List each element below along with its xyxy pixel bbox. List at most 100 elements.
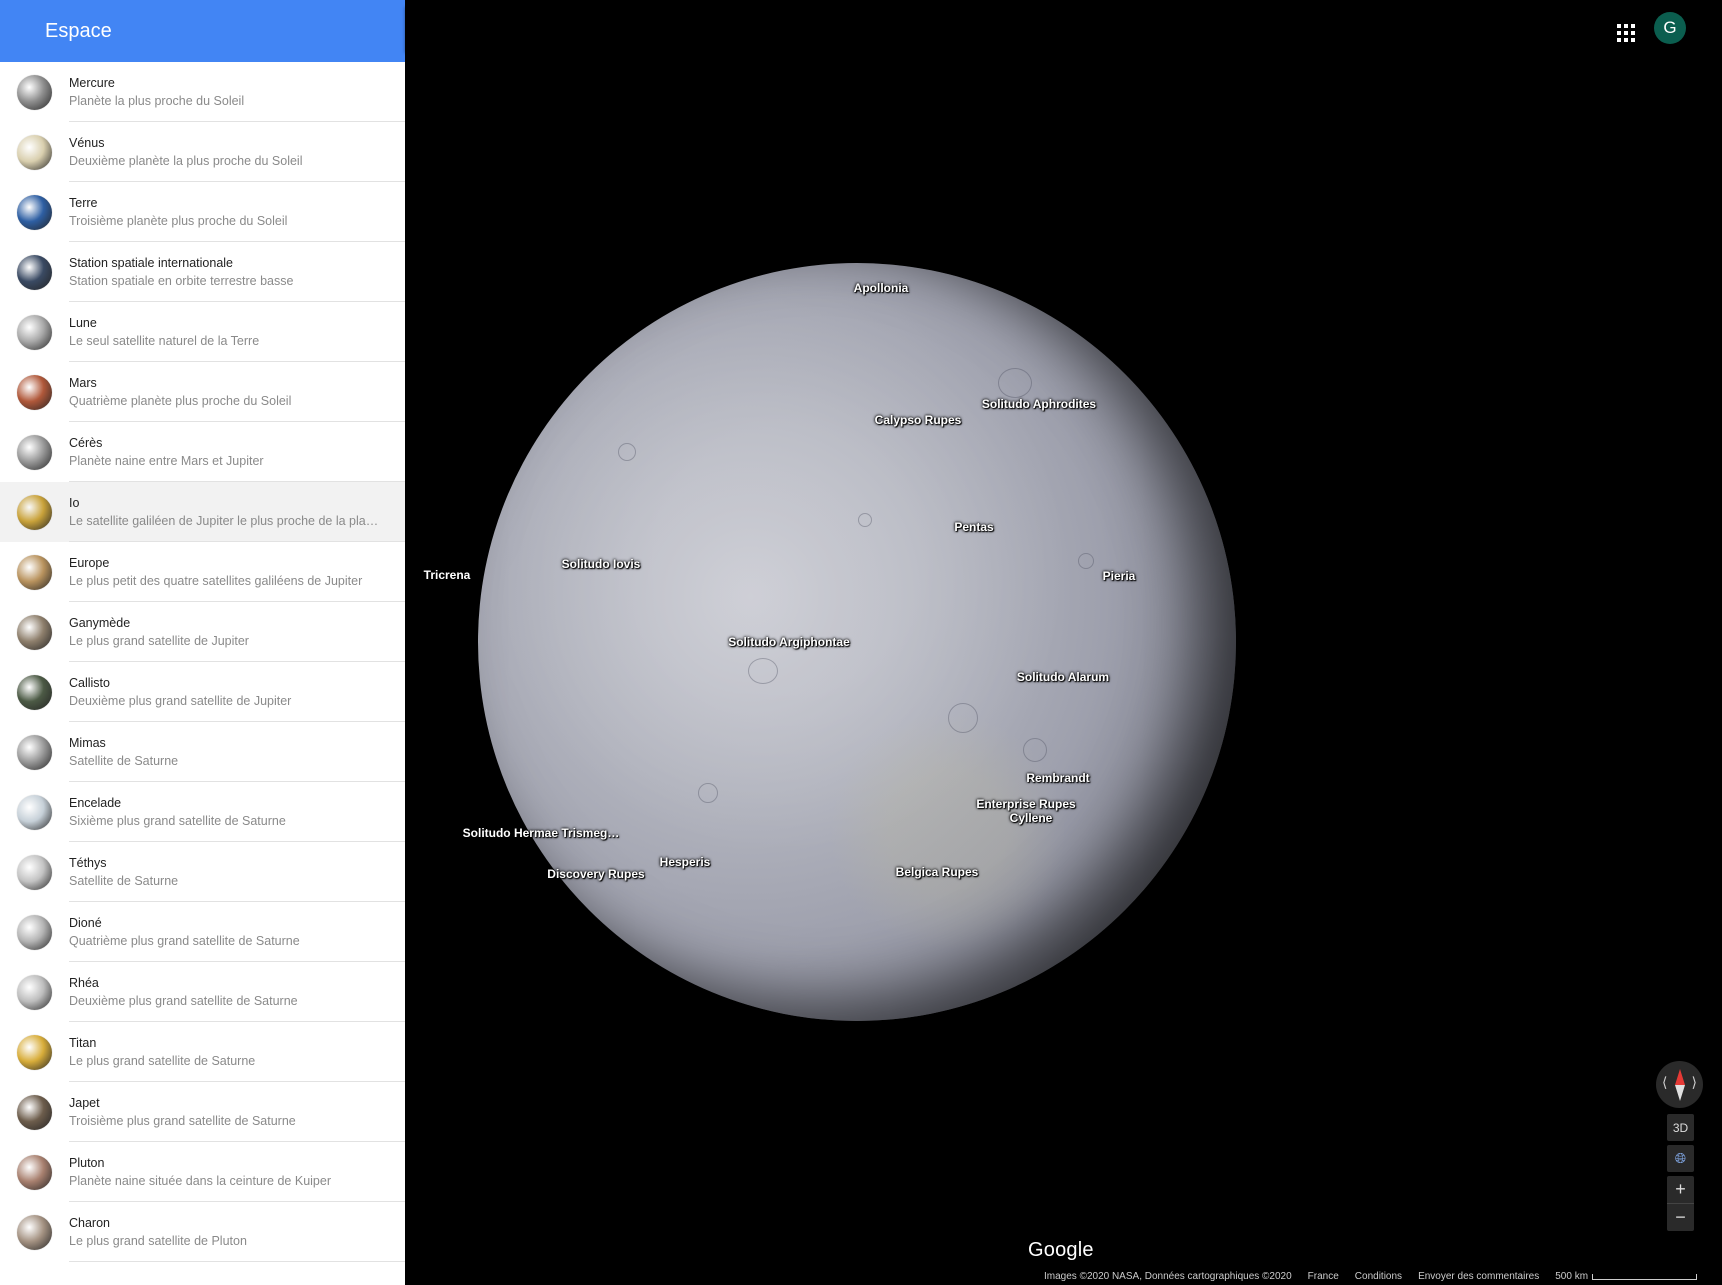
map-place-label[interactable]: Apollonia (854, 281, 909, 295)
map-footer: Images ©2020 NASA, Données cartographiqu… (1044, 1271, 1698, 1282)
planet-globe[interactable] (478, 263, 1236, 1021)
planet-item[interactable]: Lune Le seul satellite naturel de la Terr… (0, 302, 405, 362)
map-place-label[interactable]: Cyllene (1010, 811, 1053, 825)
planet-description: Le plus petit des quatre satellites gali… (69, 573, 363, 588)
planet-description: Deuxième plus grand satellite de Saturne (69, 993, 298, 1008)
planet-description: Le plus grand satellite de Jupiter (69, 633, 249, 648)
map-place-label[interactable]: Pentas (954, 520, 993, 534)
planet-description: Quatrième plus grand satellite de Saturn… (69, 933, 300, 948)
planet-thumbnail (17, 314, 52, 350)
map-view[interactable]: Apollonia Solitudo Aphrodites Calypso Rupe… (405, 0, 1722, 1285)
planet-thumbnail (17, 794, 52, 830)
planet-item[interactable]: Rhéa Deuxième plus grand satellite de Sat… (0, 962, 405, 1022)
planet-description: Planète la plus proche du Soleil (69, 93, 245, 108)
crater (858, 513, 872, 527)
planet-description: Sixième plus grand satellite de Saturne (69, 813, 286, 828)
map-place-label[interactable]: Solitudo Alarum (1017, 670, 1109, 684)
planet-item[interactable]: Titan Le plus grand satellite de Saturne (0, 1022, 405, 1082)
planet-name: Callisto (69, 675, 110, 690)
map-place-label[interactable]: Enterprise Rupes (976, 797, 1075, 811)
planet-item[interactable]: Charon Le plus grand satellite de Pluton (0, 1202, 405, 1262)
map-place-label[interactable]: Hesperis (660, 855, 711, 869)
planet-item[interactable]: Mars Quatrième planète plus proche du Sol… (0, 362, 405, 422)
planet-description: Le seul satellite naturel de la Terre (69, 333, 260, 348)
planet-item[interactable]: Pluton Planète naine située dans la ceint… (0, 1142, 405, 1202)
crater (1023, 738, 1047, 762)
apps-grid-icon (1617, 24, 1635, 42)
planet-item[interactable]: Station spatiale internationale Station s… (0, 242, 405, 302)
planet-item[interactable]: Mercure Planète la plus proche du Soleil (0, 62, 405, 122)
planet-name: Rhéa (69, 975, 99, 990)
crater (748, 658, 778, 684)
planet-thumbnail (17, 494, 52, 530)
crater (998, 368, 1032, 398)
planet-name: Dioné (69, 915, 102, 930)
planet-item[interactable]: Ganymède Le plus grand satellite de Jupit… (0, 602, 405, 662)
planet-name: Terre (69, 195, 98, 210)
planet-item[interactable]: Callisto Deuxième plus grand satellite de… (0, 662, 405, 722)
apps-button[interactable] (1608, 15, 1644, 51)
planet-thumbnail (17, 374, 52, 410)
planet-thumbnail (17, 74, 52, 110)
zoom-out-button[interactable]: − (1667, 1204, 1694, 1231)
planet-name: Europe (69, 555, 110, 570)
map-place-label[interactable]: Solitudo Argiphontae (728, 635, 850, 649)
map-place-label[interactable]: Discovery Rupes (547, 867, 644, 881)
planet-item[interactable]: Terre Troisième planète plus proche du So… (0, 182, 405, 242)
planet-thumbnail (17, 854, 52, 890)
rotate-right-icon[interactable]: ⟩ (1692, 1074, 1697, 1091)
map-place-label[interactable]: Solitudo Aphrodites (982, 397, 1096, 411)
map-place-label[interactable]: Solitudo Hermae Trismeg… (463, 826, 620, 840)
planet-item[interactable]: Mimas Satellite de Saturne (0, 722, 405, 782)
planet-thumbnail (17, 914, 52, 950)
zoom-in-button[interactable]: + (1667, 1176, 1694, 1203)
planet-description: Station spatiale en orbite terrestre bas… (69, 273, 294, 288)
crater (698, 783, 718, 803)
map-place-label[interactable]: Tricrena (424, 568, 471, 582)
planet-thumbnail (17, 134, 52, 170)
scale-label[interactable]: 500 km (1555, 1271, 1588, 1282)
toggle-3d-button[interactable]: 3D (1667, 1114, 1694, 1141)
account-avatar[interactable]: G (1654, 12, 1686, 44)
planet-item[interactable]: Téthys Satellite de Saturne (0, 842, 405, 902)
planet-name: Ganymède (69, 615, 131, 630)
planet-item[interactable]: Dioné Quatrième plus grand satellite de S… (0, 902, 405, 962)
planet-thumbnail (17, 434, 52, 470)
map-place-label[interactable]: Belgica Rupes (896, 865, 979, 879)
feedback-link[interactable]: Envoyer des commentaires (1418, 1271, 1539, 1282)
planet-description: Le plus grand satellite de Pluton (69, 1233, 247, 1248)
planet-name: Titan (69, 1035, 97, 1050)
planet-item[interactable]: Encelade Sixième plus grand satellite de … (0, 782, 405, 842)
planet-name: Charon (69, 1215, 110, 1230)
planet-list: Mercure Planète la plus proche du Soleil V… (0, 62, 405, 1262)
planet-description: Troisième planète plus proche du Soleil (69, 213, 288, 228)
planet-name: Mars (69, 375, 97, 390)
crater (1078, 553, 1094, 569)
planet-name: Japet (69, 1095, 100, 1110)
country-link[interactable]: France (1308, 1271, 1339, 1282)
planet-item[interactable]: Japet Troisième plus grand satellite de S… (0, 1082, 405, 1142)
rotate-left-icon[interactable]: ⟨ (1662, 1074, 1667, 1091)
planet-thumbnail (17, 1034, 52, 1070)
globe-view-button[interactable]: 🌐︎ (1667, 1145, 1694, 1172)
planet-description: Planète naine située dans la ceinture de… (69, 1173, 331, 1188)
map-place-label[interactable]: Pieria (1103, 569, 1136, 583)
planet-item[interactable]: Europe Le plus petit des quatre satellite… (0, 542, 405, 602)
map-place-label[interactable]: Rembrandt (1026, 771, 1089, 785)
planet-item[interactable]: Io Le satellite galiléen de Jupiter le pl… (0, 482, 405, 542)
app-root: Espace Mercure Planète la plus proche du … (0, 0, 1722, 1285)
planet-name: Encelade (69, 795, 122, 810)
globe-icon: 🌐︎ (1674, 1150, 1687, 1166)
terms-link[interactable]: Conditions (1355, 1271, 1402, 1282)
planet-name: Téthys (69, 855, 107, 870)
google-logo: Google (1028, 1239, 1094, 1261)
planet-item[interactable]: Vénus Deuxième planète la plus proche du … (0, 122, 405, 182)
compass-control[interactable]: ⟨ ⟩ (1656, 1061, 1703, 1108)
planet-thumbnail (17, 974, 52, 1010)
map-place-label[interactable]: Solitudo Iovis (562, 557, 641, 571)
planet-description: Planète naine entre Mars et Jupiter (69, 453, 264, 468)
zoom-control: + − (1667, 1176, 1694, 1231)
planet-item[interactable]: Cérès Planète naine entre Mars et Jupiter (0, 422, 405, 482)
sidebar-title: Espace (45, 19, 112, 42)
map-place-label[interactable]: Calypso Rupes (875, 413, 962, 427)
